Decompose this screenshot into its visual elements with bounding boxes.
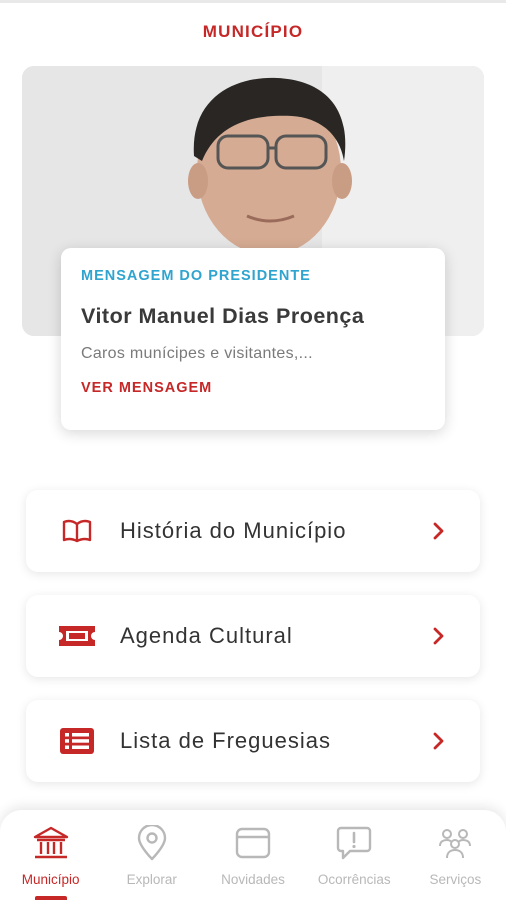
view-message-link[interactable]: VER MENSAGEM bbox=[81, 380, 212, 396]
map-pin-icon bbox=[133, 824, 171, 862]
menu-item-label: História do Município bbox=[120, 518, 347, 543]
menu-item-label: Agenda Cultural bbox=[120, 623, 293, 648]
president-message-card[interactable]: MENSAGEM DO PRESIDENTE Vitor Manuel Dias… bbox=[61, 248, 445, 430]
message-excerpt: Caros munícipes e visitantes,... bbox=[81, 345, 313, 362]
president-name: Vitor Manuel Dias Proença bbox=[81, 304, 365, 328]
menu-item-freguesias[interactable]: Lista de Freguesias bbox=[26, 700, 480, 782]
nav-item-novidades[interactable]: Novidades bbox=[202, 810, 303, 900]
nav-label: Serviços bbox=[429, 872, 482, 887]
page-title: MUNICÍPIO bbox=[202, 22, 304, 41]
building-icon bbox=[32, 824, 70, 862]
nav-item-explorar[interactable]: Explorar bbox=[101, 810, 202, 900]
services-icon bbox=[436, 824, 474, 862]
book-icon bbox=[58, 516, 96, 546]
chevron-right-icon bbox=[428, 626, 448, 646]
menu-item-historia[interactable]: História do Município bbox=[26, 490, 480, 572]
nav-item-municipio[interactable]: Município bbox=[0, 810, 101, 900]
menu-item-agenda[interactable]: Agenda Cultural bbox=[26, 595, 480, 677]
chevron-right-icon bbox=[428, 521, 448, 541]
message-kicker: MENSAGEM DO PRESIDENTE bbox=[81, 268, 311, 284]
nav-item-ocorrencias[interactable]: Ocorrências bbox=[304, 810, 405, 900]
top-divider bbox=[0, 0, 506, 3]
nav-label: Ocorrências bbox=[317, 872, 391, 887]
nav-label: Explorar bbox=[126, 872, 177, 887]
alert-chat-icon bbox=[335, 824, 373, 862]
menu-item-label: Lista de Freguesias bbox=[120, 728, 331, 753]
ticket-icon bbox=[58, 621, 96, 651]
bottom-nav: Município Explorar Novidades Ocorrências… bbox=[0, 810, 506, 900]
list-icon bbox=[58, 726, 96, 756]
nav-item-servicos[interactable]: Serviços bbox=[405, 810, 506, 900]
active-tab-indicator bbox=[34, 896, 67, 900]
nav-label: Novidades bbox=[221, 872, 285, 887]
chevron-right-icon bbox=[428, 731, 448, 751]
nav-label: Município bbox=[21, 872, 80, 887]
news-icon bbox=[234, 824, 272, 862]
